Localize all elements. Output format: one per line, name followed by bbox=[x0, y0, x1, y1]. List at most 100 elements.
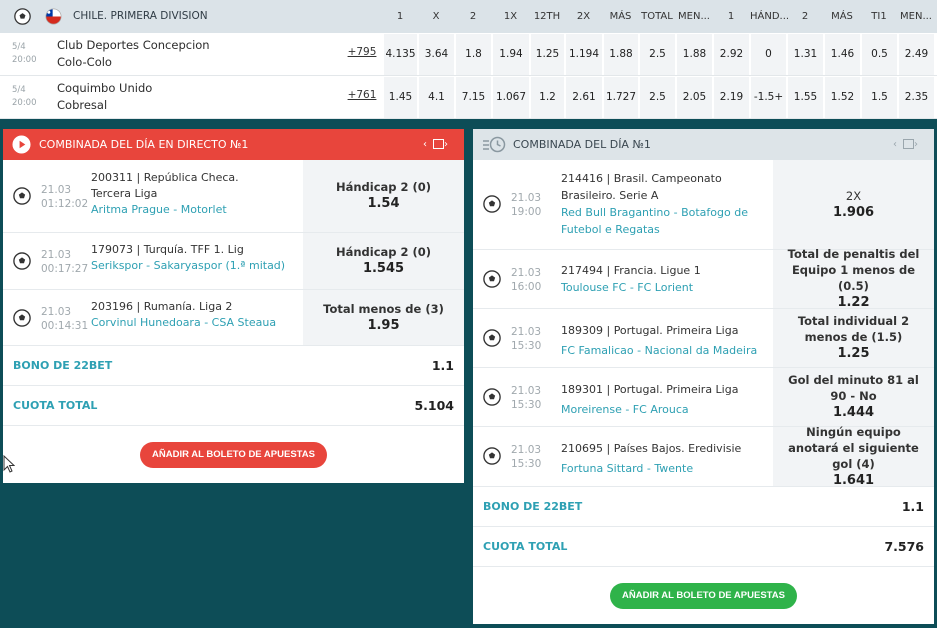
bonus-value: 1.1 bbox=[901, 499, 924, 514]
odd-cell[interactable]: 2.92 bbox=[713, 34, 749, 75]
bet-name: Gol del minuto 81 al 90 - No bbox=[788, 373, 919, 403]
away-team-link[interactable]: - FC Lorient bbox=[630, 281, 693, 294]
odd-cell[interactable]: 4.135 bbox=[383, 34, 417, 75]
odd-cell[interactable]: 1.5 bbox=[861, 77, 897, 118]
more-markets-link[interactable]: +761 bbox=[345, 89, 379, 101]
odd-cell[interactable]: 1.727 bbox=[603, 77, 638, 118]
next-arrow-icon[interactable]: › bbox=[444, 139, 454, 150]
odd-cell[interactable]: 1.31 bbox=[787, 34, 823, 75]
event-league: 217494 | Francia. Ligue 1 bbox=[561, 264, 701, 277]
event-league: 210695 | Países Bajos. Eredivisie bbox=[561, 442, 742, 455]
home-team[interactable]: Club Deportes Concepcion bbox=[57, 37, 210, 54]
odd-cell[interactable]: 1.067 bbox=[492, 77, 529, 118]
clock-list-icon bbox=[483, 136, 506, 153]
match-row[interactable]: 5/4 20:00 Coquimbo Unido Cobresal +761 1.4… bbox=[0, 76, 937, 119]
away-team[interactable]: Colo-Colo bbox=[57, 54, 210, 71]
prev-arrow-icon[interactable]: ‹ bbox=[423, 139, 433, 150]
away-team-link[interactable]: - Twente bbox=[647, 462, 693, 475]
odd-cell[interactable]: 2.49 bbox=[898, 34, 934, 75]
add-to-betslip-button[interactable]: AÑADIR AL BOLETO DE APUESTAS bbox=[140, 442, 327, 468]
match-row[interactable]: 5/4 20:00 Club Deportes Concepcion Colo-Co… bbox=[0, 33, 937, 76]
odd-cell[interactable]: 1.55 bbox=[787, 77, 823, 118]
soccer-ball-icon bbox=[483, 388, 501, 406]
next-arrow-icon[interactable]: › bbox=[914, 139, 924, 150]
odd-cell[interactable]: 1.94 bbox=[492, 34, 529, 75]
more-markets-link[interactable]: +795 bbox=[345, 46, 379, 58]
combo-event-row[interactable]: 21.03 01:12:02 200311 | República Checa. … bbox=[3, 160, 464, 233]
bet-name: 2X bbox=[845, 188, 862, 203]
away-team-link[interactable]: - Nacional da Madeira bbox=[637, 344, 757, 357]
add-to-betslip-button[interactable]: AÑADIR AL BOLETO DE APUESTAS bbox=[610, 583, 797, 609]
home-team-link[interactable]: Toulouse FC bbox=[561, 281, 626, 294]
combo-event-row[interactable]: 21.03 15:30 210695 | Países Bajos. Erediv… bbox=[473, 424, 934, 488]
home-team-link[interactable]: Moreirense bbox=[561, 403, 622, 416]
odd-cell[interactable]: 2.35 bbox=[898, 77, 934, 118]
bet-box[interactable]: Total menos de (3) 1.95 bbox=[303, 290, 464, 345]
odd-cell[interactable]: 0 bbox=[750, 34, 786, 75]
odd-cell[interactable]: 1.25 bbox=[530, 34, 564, 75]
home-team-link[interactable]: Corvinul Hunedoara bbox=[91, 316, 201, 329]
col-header: MEN... bbox=[678, 11, 710, 22]
match-time: 20:00 bbox=[12, 98, 37, 108]
bet-box[interactable]: Total individual 2 menos de (1.5) 1.25 bbox=[773, 309, 934, 367]
bet-box[interactable]: Gol del minuto 81 al 90 - No 1.444 bbox=[773, 368, 934, 426]
odd-cell[interactable]: 7.15 bbox=[455, 77, 491, 118]
odd-cell[interactable]: 2.05 bbox=[676, 77, 712, 118]
combo-event-row[interactable]: 21.03 19:00 214416 | Brasil. Campeonato B… bbox=[473, 160, 934, 250]
combo-event-row[interactable]: 21.03 00:17:27 179073 | Turquía. TFF 1. L… bbox=[3, 233, 464, 290]
home-team-link[interactable]: Red Bull Bragantino bbox=[561, 206, 670, 219]
bet-odd: 1.95 bbox=[367, 317, 400, 333]
prev-arrow-icon[interactable]: ‹ bbox=[893, 139, 903, 150]
odd-cell[interactable]: 1.45 bbox=[383, 77, 417, 118]
bet-box[interactable]: Hándicap 2 (0) 1.545 bbox=[303, 233, 464, 289]
odd-cell[interactable]: 3.64 bbox=[418, 34, 454, 75]
bet-name: Ningún equipo anotará el siguiente gol (… bbox=[788, 424, 919, 471]
home-team-link[interactable]: Aritma Prague bbox=[91, 203, 170, 216]
combo-event-row[interactable]: 21.03 15:30 189301 | Portugal. Primeira L… bbox=[473, 368, 934, 427]
odd-cell[interactable]: 1.52 bbox=[824, 77, 860, 118]
away-team-link[interactable]: - CSA Steaua bbox=[204, 316, 276, 329]
away-team[interactable]: Cobresal bbox=[57, 97, 152, 114]
bet-box[interactable]: Total de penaltis del Equipo 1 menos de … bbox=[773, 247, 934, 310]
bet-box[interactable]: Ningún equipo anotará el siguiente gol (… bbox=[773, 424, 934, 488]
odd-cell[interactable]: 0.5 bbox=[861, 34, 897, 75]
league-title[interactable]: CHILE. PRIMERA DIVISION bbox=[73, 0, 208, 33]
odd-cell[interactable]: 1.46 bbox=[824, 34, 860, 75]
bonus-row: BONO DE 22BET 1.1 bbox=[3, 346, 464, 386]
event-time: 15:30 bbox=[511, 458, 542, 470]
odd-cell[interactable]: 1.194 bbox=[565, 34, 602, 75]
event-date: 21.03 bbox=[41, 306, 72, 318]
odd-cell[interactable]: 2.5 bbox=[639, 77, 675, 118]
combo-event-row[interactable]: 21.03 15:30 189309 | Portugal. Primeira L… bbox=[473, 309, 934, 368]
home-team-link[interactable]: FC Famalicao bbox=[561, 344, 634, 357]
bonus-value: 1.1 bbox=[431, 358, 454, 373]
odd-cell[interactable]: 4.1 bbox=[418, 77, 454, 118]
col-header: 1 bbox=[727, 11, 735, 22]
odd-cell[interactable]: 2.5 bbox=[639, 34, 675, 75]
odd-cell[interactable]: 1.88 bbox=[676, 34, 712, 75]
combo-event-row[interactable]: 21.03 00:14:31 203196 | Rumanía. Liga 2 C… bbox=[3, 290, 464, 346]
bet-box[interactable]: Hándicap 2 (0) 1.54 bbox=[303, 160, 464, 232]
bet-box[interactable]: 2X 1.906 bbox=[773, 160, 934, 249]
calendar-icon[interactable] bbox=[903, 139, 914, 149]
away-team-link[interactable]: - Motorlet bbox=[173, 203, 226, 216]
odd-cell[interactable]: 1.8 bbox=[455, 34, 491, 75]
odd-cell[interactable]: 1.2 bbox=[530, 77, 564, 118]
home-team[interactable]: Coquimbo Unido bbox=[57, 80, 152, 97]
soccer-ball-icon bbox=[14, 8, 31, 25]
calendar-icon[interactable] bbox=[433, 139, 444, 149]
event-date: 21.03 bbox=[511, 267, 542, 279]
home-team-link[interactable]: Fortuna Sittard bbox=[561, 462, 643, 475]
soccer-ball-icon bbox=[13, 252, 31, 270]
bet-name: Hándicap 2 (0) bbox=[335, 180, 432, 194]
combo-event-row[interactable]: 21.03 16:00 217494 | Francia. Ligue 1 Tou… bbox=[473, 247, 934, 310]
bonus-label: BONO DE 22BET bbox=[483, 500, 583, 513]
home-team-link[interactable]: Serikspor bbox=[91, 259, 143, 272]
away-team-link[interactable]: - Sakaryaspor (1.ª mitad) bbox=[146, 259, 285, 272]
away-team-link[interactable]: - FC Arouca bbox=[625, 403, 688, 416]
odd-cell[interactable]: -1.5+ bbox=[750, 77, 786, 118]
odd-cell[interactable]: 2.19 bbox=[713, 77, 749, 118]
event-date: 21.03 bbox=[41, 249, 72, 261]
odd-cell[interactable]: 2.61 bbox=[565, 77, 602, 118]
odd-cell[interactable]: 1.88 bbox=[603, 34, 638, 75]
